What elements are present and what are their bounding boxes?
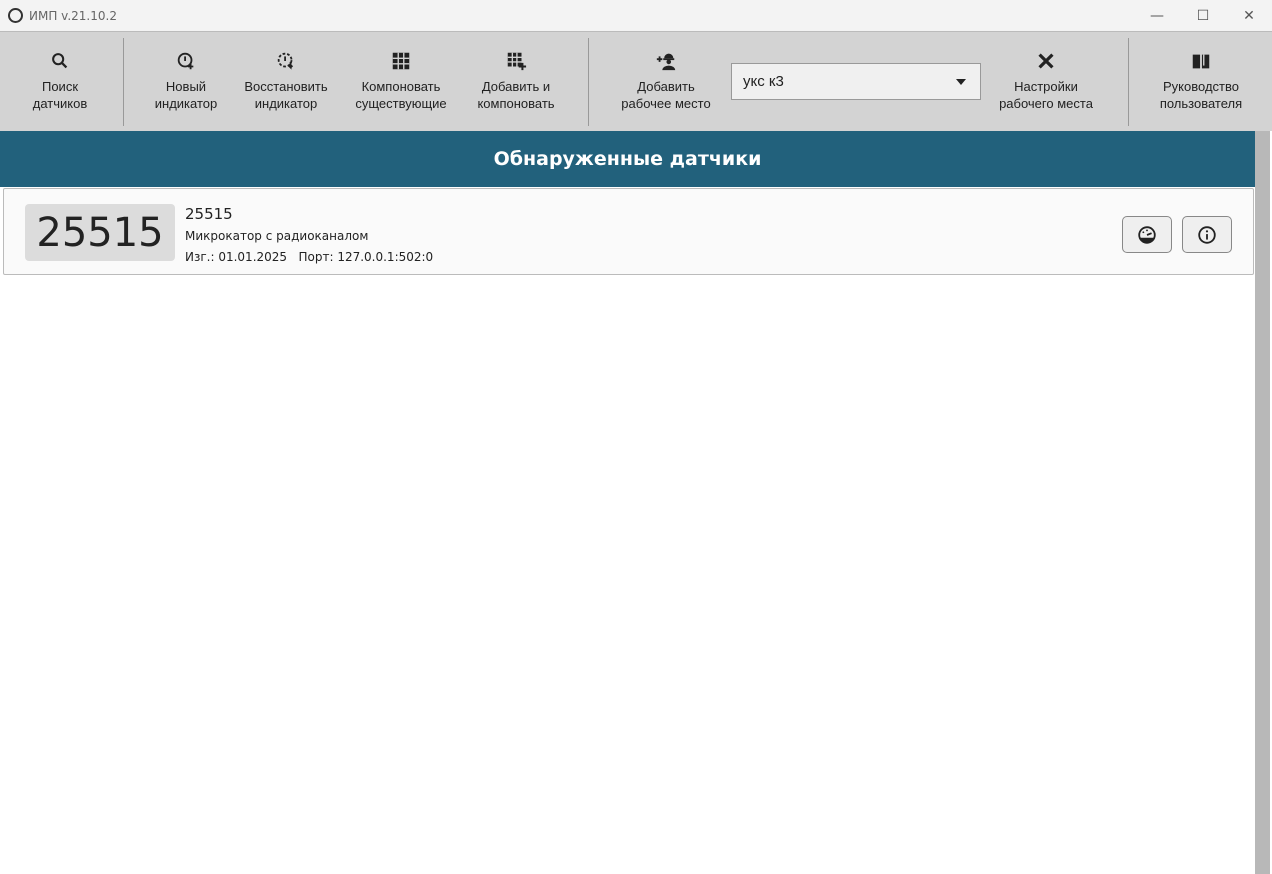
add-and-compose-button[interactable]: Добавить и компоновать bbox=[466, 32, 566, 132]
grid-plus-icon bbox=[507, 52, 527, 71]
workplace-settings-button[interactable]: Настройки рабочего места bbox=[990, 32, 1102, 132]
restore-indicator-button[interactable]: Восстановить индикатор bbox=[236, 32, 336, 132]
minimize-button[interactable]: — bbox=[1134, 0, 1180, 31]
close-button[interactable]: ✕ bbox=[1226, 0, 1272, 31]
tools-icon bbox=[1038, 53, 1054, 69]
app-logo bbox=[8, 8, 23, 23]
chevron-down-icon bbox=[956, 79, 966, 85]
info-icon bbox=[1198, 225, 1216, 244]
gauge-icon bbox=[1138, 225, 1156, 244]
clock-plus-icon bbox=[177, 52, 194, 70]
sensor-badge: 25515 bbox=[25, 204, 175, 261]
grid-icon bbox=[392, 52, 410, 70]
scrollbar[interactable] bbox=[1255, 131, 1270, 874]
search-icon bbox=[52, 53, 68, 69]
divider bbox=[1128, 38, 1129, 126]
add-workplace-button[interactable]: Добавить рабочее место bbox=[612, 32, 720, 132]
compose-existing-button[interactable]: Компоновать существующие bbox=[348, 32, 454, 132]
search-sensors-button[interactable]: Поиск датчиков bbox=[20, 32, 100, 132]
window-title: ИМП v.21.10.2 bbox=[29, 8, 117, 23]
divider bbox=[588, 38, 589, 126]
add-worker-icon bbox=[656, 53, 676, 71]
maximize-button[interactable]: ☐ bbox=[1180, 0, 1226, 31]
gauge-button[interactable] bbox=[1122, 216, 1172, 253]
sensor-meta: Изг.: 01.01.2025 Порт: 127.0.0.1:502:0 bbox=[185, 250, 434, 264]
section-title: Обнаруженные датчики bbox=[0, 131, 1255, 187]
sensor-serial: 25515 bbox=[185, 205, 233, 223]
info-button[interactable] bbox=[1182, 216, 1232, 253]
title-bar: ИМП v.21.10.2 — ☐ ✕ bbox=[0, 0, 1272, 31]
user-guide-button[interactable]: Руководство пользователя bbox=[1150, 32, 1252, 132]
book-icon bbox=[1192, 54, 1210, 69]
workplace-select[interactable]: укс к3 bbox=[731, 63, 981, 100]
sensor-type: Микрокатор с радиоканалом bbox=[185, 229, 369, 243]
sensor-list-item[interactable]: 25515 25515 Микрокатор с радиоканалом Из… bbox=[3, 188, 1254, 275]
divider bbox=[123, 38, 124, 126]
clock-restore-icon bbox=[277, 52, 294, 70]
new-indicator-button[interactable]: Новый индикатор bbox=[146, 32, 226, 132]
toolbar: Поиск датчиков Новый индикатор Восстанов… bbox=[0, 31, 1272, 131]
